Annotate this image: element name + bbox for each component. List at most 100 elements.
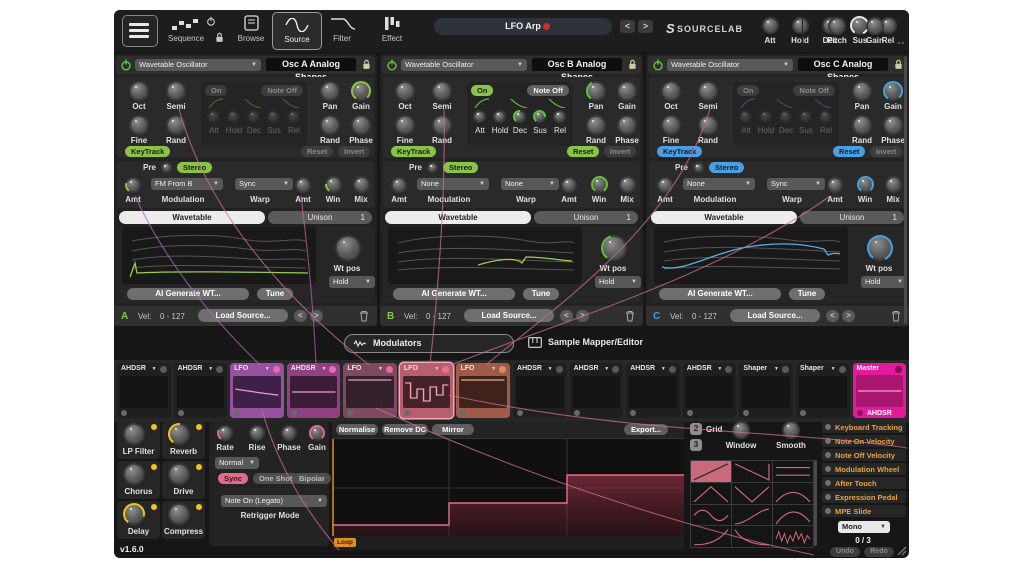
power-icon[interactable]: [386, 59, 398, 71]
env-hold-knob[interactable]: [759, 110, 772, 123]
keytrack-button[interactable]: KeyTrack: [125, 146, 170, 157]
source-next-button[interactable]: >: [576, 310, 589, 322]
fx-drive[interactable]: Drive: [162, 461, 205, 499]
wavetable-display[interactable]: [654, 227, 848, 284]
preset-field[interactable]: LFO Arp: [434, 18, 612, 35]
env-hold-knob[interactable]: [493, 110, 506, 123]
voice-mode-dropdown[interactable]: Mono▼: [838, 521, 890, 533]
tab-source[interactable]: Source: [272, 12, 322, 50]
osc-type-dropdown[interactable]: Wavetable Oscillator▼: [401, 59, 527, 71]
warp-amt-knob[interactable]: [561, 177, 577, 193]
env-rel-knob[interactable]: [553, 110, 566, 123]
lfo-bipolar-button[interactable]: Bipolar: [293, 473, 331, 484]
pan-knob[interactable]: [586, 81, 606, 101]
pre-knob[interactable]: [693, 162, 704, 173]
warp-amt-knob[interactable]: [295, 177, 311, 193]
phase-knob[interactable]: [883, 115, 903, 135]
modulation-dropdown[interactable]: None▼: [417, 178, 489, 190]
mod-slot-master[interactable]: MasterAHDSR: [853, 363, 907, 418]
palette-scrollbar[interactable]: [814, 460, 817, 546]
env-sus-knob[interactable]: [267, 110, 280, 123]
invert-button[interactable]: Invert: [870, 146, 902, 157]
mod-slot-lfo[interactable]: LFO▼: [343, 363, 397, 418]
wavetable-display[interactable]: [388, 227, 582, 284]
oct-knob[interactable]: [661, 81, 681, 101]
fx-delay[interactable]: Delay: [117, 501, 160, 539]
rand-knob[interactable]: [166, 115, 186, 135]
osc-title[interactable]: Osc B Analog Shapes: [532, 58, 622, 71]
mod-amt-knob[interactable]: [391, 177, 407, 193]
mod-amt-knob[interactable]: [657, 177, 673, 193]
mod-slot-ahdsr[interactable]: AHDSR▼: [683, 363, 737, 418]
global-pitch-knob[interactable]: [828, 17, 846, 35]
mirror-button[interactable]: Mirror: [432, 424, 474, 435]
mod-slot-ahdsr[interactable]: AHDSR▼: [513, 363, 567, 418]
trash-icon[interactable]: [625, 310, 635, 322]
shape-bump[interactable]: [773, 483, 813, 504]
env-hold-knob[interactable]: [227, 110, 240, 123]
tune-button[interactable]: Tune: [257, 288, 293, 300]
keytrack-button[interactable]: KeyTrack: [391, 146, 436, 157]
wt-pos-knob[interactable]: [601, 235, 627, 261]
source-prev-button[interactable]: <: [294, 310, 307, 322]
tab-filter[interactable]: Filter: [318, 34, 366, 43]
source-note-off-velocity[interactable]: Note Off Velocity: [822, 449, 906, 461]
invert-button[interactable]: Invert: [604, 146, 636, 157]
loop-badge[interactable]: Loop: [334, 538, 356, 547]
rand-knob[interactable]: [432, 115, 452, 135]
shape-bell[interactable]: [773, 505, 813, 526]
phase-knob[interactable]: [617, 115, 637, 135]
shape-triangle[interactable]: [691, 483, 731, 504]
source-prev-button[interactable]: <: [560, 310, 573, 322]
wt-hold-dropdown[interactable]: Hold▼: [595, 276, 641, 288]
shape-exp-rise[interactable]: [691, 526, 731, 547]
gain-knob[interactable]: [617, 81, 637, 101]
tab-effect[interactable]: Effect: [368, 34, 416, 43]
stereo-button[interactable]: Stereo: [709, 162, 744, 173]
env-sus-knob[interactable]: [799, 110, 812, 123]
load-source-button[interactable]: Load Source...: [464, 309, 554, 322]
grid-y-stepper[interactable]: 3: [690, 439, 702, 451]
semi-knob[interactable]: [698, 81, 718, 101]
warp-amt-knob[interactable]: [827, 177, 843, 193]
wt-pos-knob[interactable]: [867, 235, 893, 261]
shape-saw-up[interactable]: [691, 461, 731, 482]
env-att-knob[interactable]: [473, 110, 486, 123]
fx-chorus[interactable]: Chorus: [117, 461, 160, 499]
env-dec-knob[interactable]: [779, 110, 792, 123]
load-source-button[interactable]: Load Source...: [730, 309, 820, 322]
gain-rand-knob[interactable]: [320, 115, 340, 135]
source-keyboard-tracking[interactable]: Keyboard Tracking: [822, 421, 906, 433]
pre-knob[interactable]: [427, 162, 438, 173]
env-rel-knob[interactable]: [819, 110, 832, 123]
mod-slot-lfo[interactable]: LFO▼: [230, 363, 284, 418]
note-off-button[interactable]: Note Off: [793, 85, 835, 96]
global-gain-knob[interactable]: [866, 17, 884, 35]
osc-type-dropdown[interactable]: Wavetable Oscillator▼: [135, 59, 261, 71]
mod-amt-knob[interactable]: [125, 177, 141, 193]
oct-knob[interactable]: [129, 81, 149, 101]
power-icon[interactable]: [120, 59, 132, 71]
tab-sequence[interactable]: Sequence: [158, 34, 214, 43]
pan-knob[interactable]: [320, 81, 340, 101]
mod-slot-shaper[interactable]: Shaper▼: [739, 363, 793, 418]
lfo-sync-button[interactable]: Sync: [218, 473, 248, 484]
env-dec-knob[interactable]: [513, 110, 526, 123]
source-expression-pedal[interactable]: Expression Pedal: [822, 491, 906, 503]
lfo-gain-knob[interactable]: [309, 425, 325, 441]
lfo-rate-knob[interactable]: [217, 425, 233, 441]
modulation-dropdown[interactable]: FM From B▼: [151, 178, 223, 190]
win-knob[interactable]: [857, 176, 874, 193]
phase-knob[interactable]: [351, 115, 371, 135]
shape-triangle-inv[interactable]: [732, 483, 772, 504]
unison-tab[interactable]: Unison1: [800, 211, 904, 224]
source-modulation-wheel[interactable]: Modulation Wheel: [822, 463, 906, 475]
env-att-knob[interactable]: [207, 110, 220, 123]
trash-icon[interactable]: [891, 310, 901, 322]
invert-button[interactable]: Invert: [338, 146, 370, 157]
lfo-rise-knob[interactable]: [249, 425, 265, 441]
retrigger-dropdown[interactable]: Note On (Legato)▼: [221, 495, 327, 507]
mod-slot-lfo[interactable]: LFO▼: [456, 363, 510, 418]
undo-button[interactable]: Undo: [830, 547, 860, 557]
gain-rand-knob[interactable]: [586, 115, 606, 135]
